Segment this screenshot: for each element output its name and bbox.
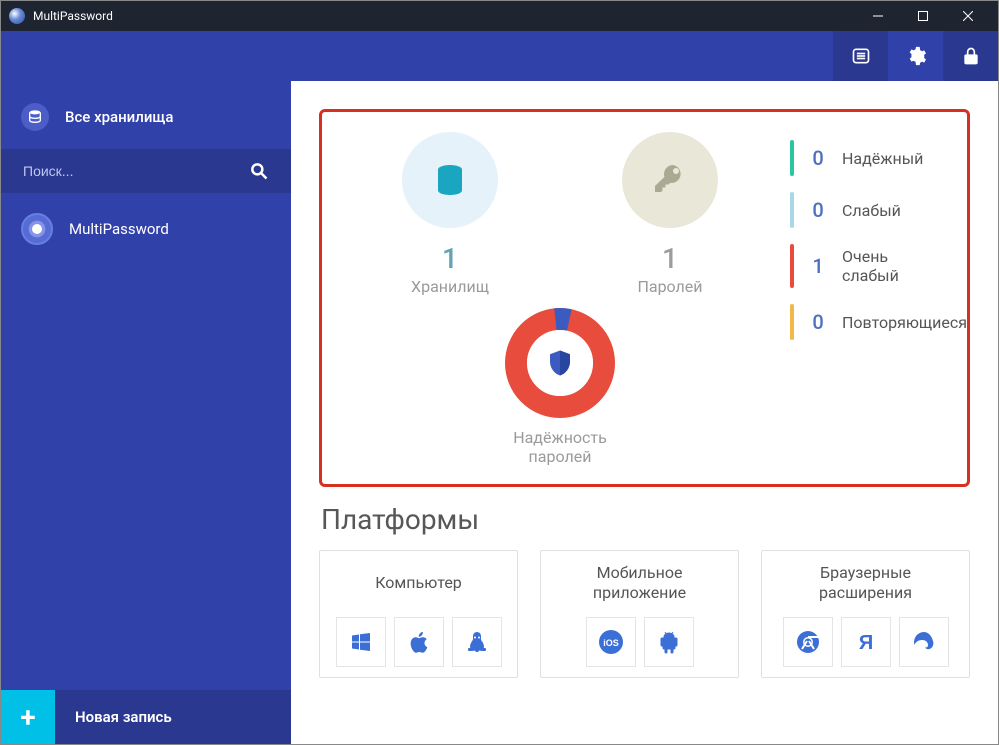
- sidebar-vault-label: MultiPassword: [69, 220, 169, 238]
- plus-icon: +: [1, 690, 55, 744]
- yandex-icon[interactable]: Я: [841, 617, 891, 667]
- stat-vaults-count: 1: [360, 242, 540, 275]
- strength-repeated: 0 Повторяющиеся: [790, 300, 967, 344]
- vault-avatar: [21, 213, 53, 245]
- platforms-row: Компьютер Мобильное приложение iOS: [319, 550, 970, 678]
- strength-bar: [790, 192, 794, 228]
- main-content: 1 Хранилищ 1 Паролей: [291, 81, 998, 744]
- strength-very-weak: 1 Очень слабый: [790, 240, 967, 292]
- strength-count: 0: [808, 198, 828, 222]
- sidebar-all-vaults[interactable]: Все хранилища: [1, 91, 291, 143]
- stat-passwords: 1 Паролей: [580, 132, 760, 296]
- maximize-button[interactable]: [900, 1, 945, 31]
- dashboard-panel: 1 Хранилищ 1 Паролей: [319, 109, 970, 487]
- chrome-icon[interactable]: [783, 617, 833, 667]
- stat-vaults-label: Хранилищ: [360, 277, 540, 296]
- apple-icon[interactable]: [394, 617, 444, 667]
- strength-bar: [790, 304, 794, 340]
- sidebar-all-vaults-label: Все хранилища: [65, 108, 174, 126]
- window-title: MultiPassword: [33, 9, 855, 23]
- platform-mobile: Мобильное приложение iOS: [540, 550, 739, 678]
- strength-label: Повторяющиеся: [842, 313, 967, 332]
- ios-icon[interactable]: iOS: [586, 617, 636, 667]
- search-input[interactable]: [23, 155, 249, 187]
- edge-icon[interactable]: [899, 617, 949, 667]
- strength-label: Слабый: [842, 201, 901, 220]
- strength-weak: 0 Слабый: [790, 188, 967, 232]
- close-button[interactable]: [945, 1, 990, 31]
- strength-strong: 0 Надёжный: [790, 136, 967, 180]
- platform-label: Компьютер: [334, 563, 503, 603]
- search-icon[interactable]: [249, 161, 269, 181]
- toolbar: [1, 31, 998, 81]
- list-view-button[interactable]: [833, 31, 888, 81]
- svg-text:iOS: iOS: [603, 638, 619, 648]
- stat-vaults: 1 Хранилищ: [360, 132, 540, 296]
- linux-icon[interactable]: [452, 617, 502, 667]
- vault-icon: [21, 103, 49, 131]
- strength-label: Очень слабый: [842, 247, 899, 285]
- strength-bar: [790, 244, 794, 288]
- stat-passwords-count: 1: [580, 242, 760, 275]
- platform-label: Браузерные расширения: [776, 563, 955, 603]
- settings-button[interactable]: [888, 31, 943, 81]
- key-icon: [622, 132, 718, 228]
- strength-count: 1: [808, 254, 828, 278]
- strength-label: Надёжный: [842, 149, 923, 168]
- lock-button[interactable]: [943, 31, 998, 81]
- windows-icon[interactable]: [336, 617, 386, 667]
- new-entry-button[interactable]: + Новая запись: [1, 690, 291, 744]
- new-entry-label: Новая запись: [55, 690, 291, 744]
- search-row: [1, 149, 291, 193]
- platform-label: Мобильное приложение: [555, 563, 724, 603]
- platforms-title: Платформы: [321, 503, 968, 536]
- app-icon: [9, 8, 25, 24]
- strength-bar: [790, 140, 794, 176]
- svg-text:Я: Я: [858, 632, 872, 654]
- titlebar: MultiPassword: [1, 1, 998, 31]
- strength-count: 0: [808, 310, 828, 334]
- stat-reliability: Надёжность паролей: [340, 308, 780, 466]
- stat-reliability-label: Надёжность паролей: [340, 428, 780, 466]
- platform-computer: Компьютер: [319, 550, 518, 678]
- strength-list: 0 Надёжный 0 Слабый 1 Очень слабый: [790, 132, 967, 466]
- minimize-button[interactable]: [855, 1, 900, 31]
- database-icon: [402, 132, 498, 228]
- shield-icon: [527, 330, 593, 396]
- strength-count: 0: [808, 146, 828, 170]
- sidebar-vault-item[interactable]: MultiPassword: [1, 203, 291, 255]
- android-icon[interactable]: [644, 617, 694, 667]
- sidebar: Все хранилища MultiPassword: [1, 81, 291, 744]
- stat-passwords-label: Паролей: [580, 277, 760, 296]
- platform-browser: Браузерные расширения Я: [761, 550, 970, 678]
